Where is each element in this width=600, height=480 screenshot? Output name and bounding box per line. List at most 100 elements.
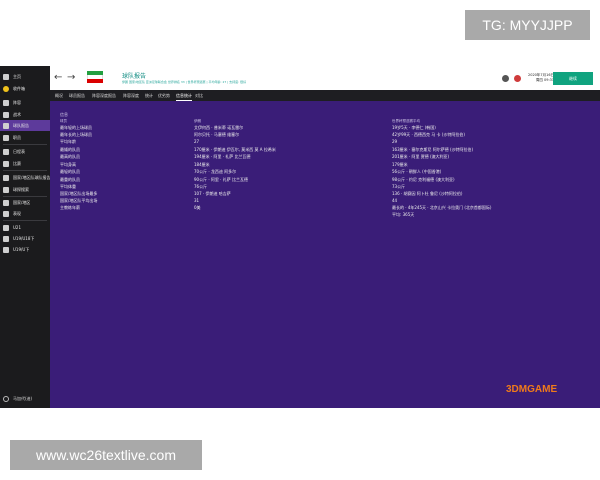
- tab-strengths[interactable]: 优劣势: [158, 90, 170, 101]
- game-window: 主页 收件箱 阵容 战术 球队报告 职员 日程表 比赛 国家/地区队球队报告 球…: [0, 66, 600, 408]
- sidebar-item-label: 球队报告: [13, 122, 29, 128]
- sidebar-item-u21[interactable]: U21: [0, 222, 50, 233]
- forward-arrow-icon[interactable]: →: [67, 72, 75, 83]
- page-subtitle: 伊朗 国家/地区队 亚洲足球联合会 世界排名 33 | 世界杯预选赛 | 平均年…: [122, 80, 247, 84]
- row-average-value: 73公斤: [392, 184, 406, 189]
- sidebar-item-tactics[interactable]: 战术: [0, 109, 50, 120]
- 3dm-logo: 3DMGAME: [506, 384, 558, 395]
- sidebar-item-label: 主页: [13, 73, 21, 79]
- row-team-value: 170厘米 · 伊朗迪 伊瓦尔, 莫米西 莫 A 拉希米: [194, 147, 276, 152]
- alert-icon[interactable]: [514, 75, 521, 82]
- tab-stats[interactable]: 统计: [145, 90, 153, 101]
- row-team-value: 0美: [194, 205, 201, 210]
- sidebar-item-label: 国家/地区: [13, 199, 31, 205]
- sidebar-item-u19a[interactable]: U19/U18下: [0, 233, 50, 244]
- row-average-value: 98公斤 · 约尼 克利福德 (澳大利亚): [392, 177, 455, 182]
- row-average-value: 42岁99天 · 西德西克 马 卡 (沙特阿拉伯): [392, 132, 465, 137]
- tab-depth[interactable]: 阵容深度: [123, 90, 139, 101]
- back-arrow-icon[interactable]: ←: [54, 72, 62, 83]
- sidebar-divider: [3, 170, 47, 171]
- search-icon[interactable]: [502, 75, 509, 82]
- iran-flag: [87, 71, 103, 83]
- tab-depth-report[interactable]: 阵容深度报告: [92, 90, 116, 101]
- team-icon: [3, 224, 9, 231]
- row-team-value: 70公斤 · 龙西迪 阿多尔: [194, 169, 237, 174]
- sidebar-item-home[interactable]: 主页: [0, 71, 50, 82]
- sidebar-item-label: U19/U下: [13, 246, 30, 252]
- trophy-icon: [3, 160, 9, 167]
- sidebar-item-nation[interactable]: 国家/地区: [0, 197, 50, 208]
- row-label: 最矮的队员: [60, 147, 80, 152]
- sidebar-item-team-report[interactable]: 球队报告: [0, 120, 50, 131]
- website-watermark: www.wc26textlive.com: [10, 440, 202, 470]
- sidebar-item-u19b[interactable]: U19/U下: [0, 244, 50, 255]
- tab-player-report[interactable]: 球员报告: [69, 90, 85, 101]
- row-average-value: 201厘米 · 阿里 贾德 (澳大利亚): [392, 154, 450, 159]
- home-icon: [3, 73, 9, 80]
- page-title: 球队报告: [122, 73, 147, 80]
- sidebar: 主页 收件箱 阵容 战术 球队报告 职员 日程表 比赛 国家/地区队球队报告 球…: [0, 66, 50, 408]
- row-label: 最年轻的上场球员: [60, 125, 92, 130]
- row-team-value: 艾伊何西 · 普米蒂 诺瓦雷尔: [194, 125, 244, 130]
- tab-info-stats[interactable]: 信息统计: [176, 90, 192, 101]
- tab-overview[interactable]: 概况: [55, 90, 63, 101]
- row-label: 最重的队员: [60, 177, 80, 182]
- row-average-value: 56公斤 · 朝鲜人 (中国香港): [392, 169, 442, 174]
- sidebar-item-staff[interactable]: 职员: [0, 132, 50, 143]
- table-row: 国家/地区队出场最多 107 · 伊朗迪 哈吉萨 136 · 胡赛因 阿卜杜 鲁尼 …: [50, 190, 600, 197]
- team-icon: [3, 246, 9, 253]
- globe-icon: [3, 199, 9, 206]
- row-team-value: 107 · 伊朗迪 哈吉萨: [194, 191, 231, 196]
- tactics-icon: [3, 111, 9, 118]
- sidebar-item-inbox[interactable]: 收件箱: [0, 83, 50, 94]
- row-average-value: 29: [392, 139, 398, 144]
- sidebar-item-label: 日程表: [13, 148, 25, 154]
- row-average-value: 44: [392, 198, 398, 203]
- table-row: 平均身高 184厘米 179厘米: [50, 161, 600, 168]
- sidebar-item-scouting[interactable]: 球探搜索: [0, 184, 50, 195]
- sidebar-item-schedule[interactable]: 日程表: [0, 146, 50, 157]
- national-icon: [3, 174, 9, 181]
- sidebar-item-label: 职员: [13, 134, 21, 140]
- table-row: 最高的队员 194厘米 · 阿里 · 礼萨 比兰瓦德 201厘米 · 阿里 贾德 (…: [50, 153, 600, 160]
- sidebar-item-label: 阵容: [13, 99, 21, 105]
- sidebar-item-label: 比赛: [13, 160, 21, 166]
- table-row: 最年长的上场球员 阿尔贝托 · 马塞德 维塞尔 42岁99天 · 西德西克 马 卡 …: [50, 131, 600, 138]
- section-label: 信息: [60, 112, 68, 117]
- row-average-value: 平均: 365天: [392, 212, 415, 217]
- row-label: 主教练年薪: [60, 205, 80, 210]
- sidebar-item-label: 战术: [13, 111, 21, 117]
- staff-icon: [3, 134, 9, 141]
- table-row: 平均体重 76公斤 73公斤: [50, 183, 600, 190]
- report-content: 信息 球员 伊朗 世界杯预选赛平均 最年轻的上场球员 艾伊何西 · 普米蒂 诺瓦雷…: [50, 101, 600, 408]
- row-average-value: 179厘米: [392, 162, 408, 167]
- sidebar-item-performance[interactable]: 表现: [0, 208, 50, 219]
- manager-profile[interactable]: 马加代(迪): [0, 392, 50, 406]
- row-team-value: 27: [194, 139, 200, 144]
- table-row: 平均年龄 27 29: [50, 138, 600, 145]
- row-team-value: 76公斤: [194, 184, 208, 189]
- sidebar-item-label: 收件箱: [13, 85, 25, 91]
- row-label: 平均身高: [60, 162, 76, 167]
- game-date: 2020年7月16日 周四 09:31: [528, 73, 554, 83]
- table-row: 最轻的队员 70公斤 · 龙西迪 阿多尔 56公斤 · 朝鲜人 (中国香港): [50, 168, 600, 175]
- row-team-value: 194厘米 · 阿里 · 礼萨 比兰瓦德: [194, 154, 251, 159]
- table-row: 最重的队员 90公斤 · 阿里 · 礼萨 比兰瓦德 98公斤 · 约尼 克利福德 (…: [50, 176, 600, 183]
- weekday-text: 周四 09:31: [535, 78, 555, 82]
- row-label: 最高的队员: [60, 154, 80, 159]
- row-label: 国家/地区队出场最多: [60, 191, 98, 196]
- tab-compare[interactable]: 对比: [195, 90, 203, 101]
- sidebar-item-competitions[interactable]: 比赛: [0, 158, 50, 169]
- table-row: 国家/地区队平均出场 31 44: [50, 197, 600, 204]
- search-icon: [3, 186, 9, 193]
- continue-button[interactable]: 继续: [553, 72, 593, 85]
- row-team-value: 31: [194, 198, 200, 203]
- row-average-value: 最长的 · 4年245天 · 北京山兴 卡拉奥门 (北京首都国际): [392, 205, 492, 210]
- coin-icon: [3, 85, 9, 92]
- report-icon: [3, 122, 9, 129]
- row-average-value: 163厘米 · 塞尔克斯尼 阿尔萨德 (沙特阿拉伯): [392, 147, 474, 152]
- sidebar-item-squad[interactable]: 阵容: [0, 97, 50, 108]
- sidebar-item-label: U21: [13, 225, 22, 230]
- sidebar-item-national-report[interactable]: 国家/地区队球队报告: [0, 172, 50, 183]
- tab-bar: 概况 球员报告 阵容深度报告 阵容深度 统计 优劣势 信息统计 对比: [50, 90, 600, 101]
